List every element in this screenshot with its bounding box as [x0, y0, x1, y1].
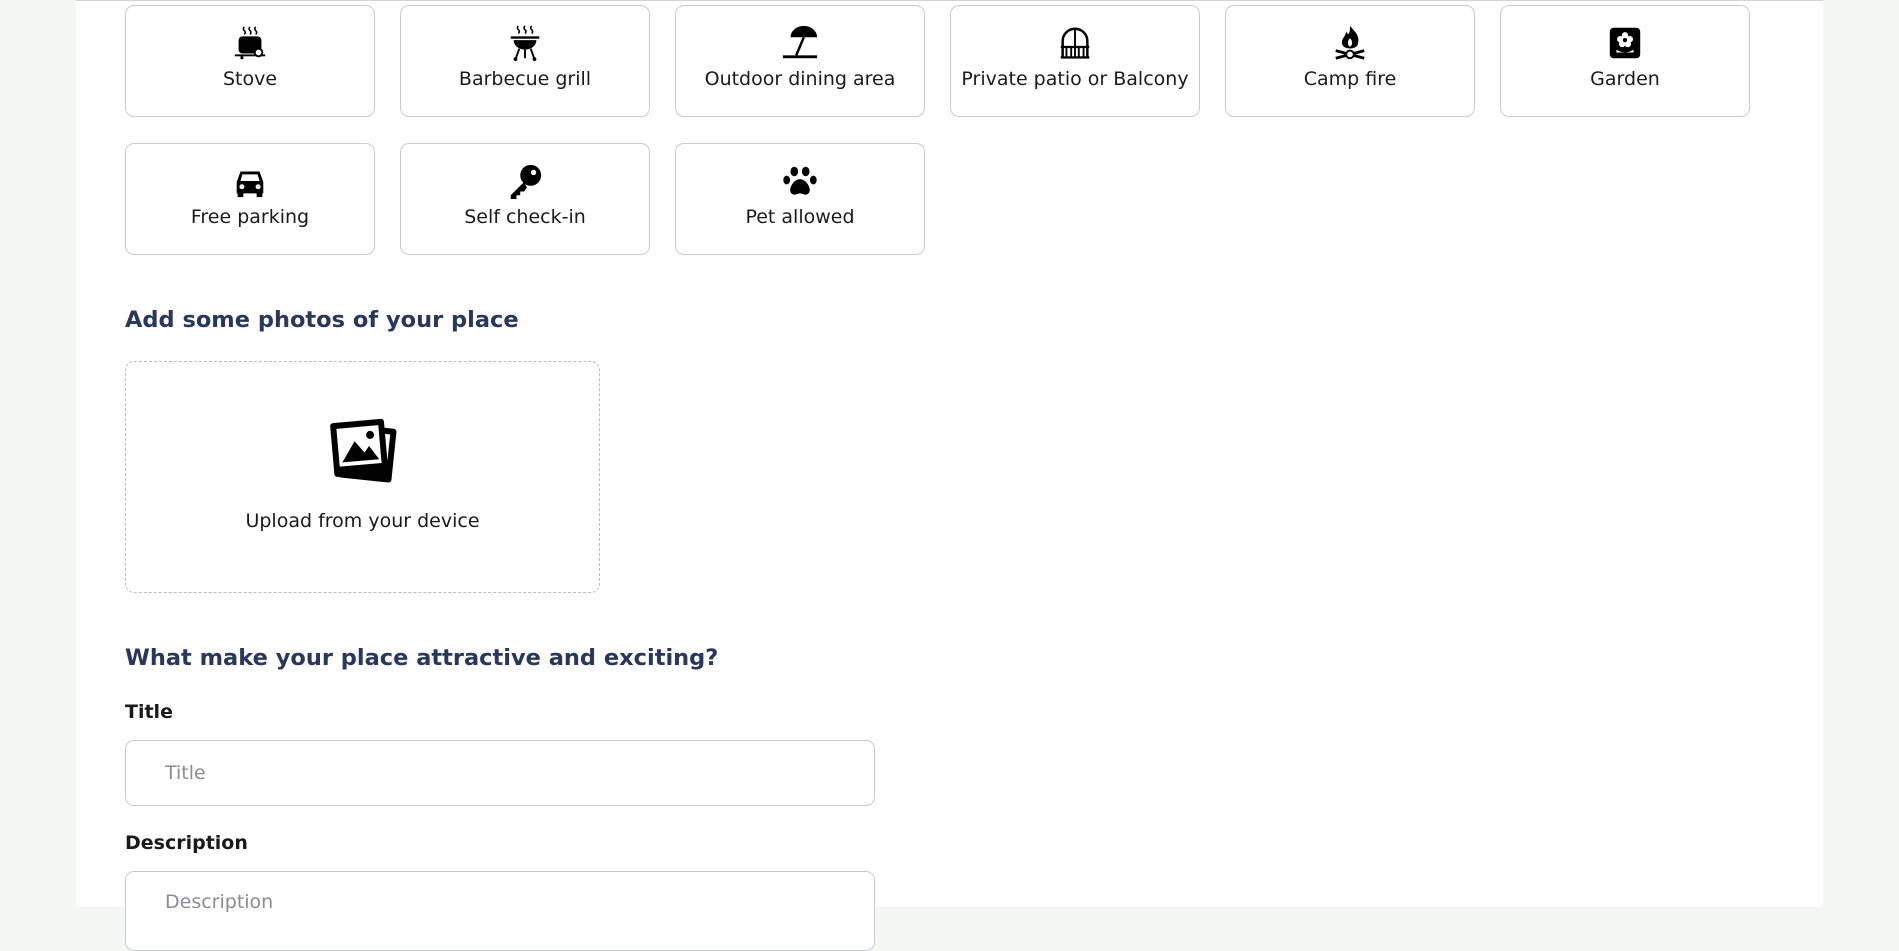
amenity-barbecue-grill[interactable]: Barbecue grill [400, 5, 650, 117]
campfire-icon [1331, 24, 1369, 62]
page-container: Stove Barbecue grill Outdoor dining area… [76, 0, 1823, 951]
amenity-label: Private patio or Balcony [961, 68, 1189, 90]
amenity-label: Stove [222, 68, 278, 90]
stove-icon [231, 24, 269, 62]
amenity-camp-fire[interactable]: Camp fire [1225, 5, 1475, 117]
balcony-icon [1056, 24, 1094, 62]
amenity-free-parking[interactable]: Free parking [125, 143, 375, 255]
amenity-outdoor-dining-area[interactable]: Outdoor dining area [675, 5, 925, 117]
title-input[interactable] [125, 740, 875, 806]
amenity-label: Garden [1590, 68, 1660, 90]
amenity-label: Outdoor dining area [704, 68, 896, 90]
amenity-label: Barbecue grill [458, 68, 592, 90]
description-textarea[interactable] [125, 871, 875, 951]
amenity-label: Pet allowed [745, 206, 855, 228]
amenity-label: Camp fire [1303, 68, 1397, 90]
amenity-stove[interactable]: Stove [125, 5, 375, 117]
photos-heading: Add some photos of your place [125, 307, 519, 333]
amenity-label: Free parking [190, 206, 310, 228]
car-icon [231, 162, 269, 200]
beach-umbrella-icon [781, 24, 819, 62]
amenity-private-patio[interactable]: Private patio or Balcony [950, 5, 1200, 117]
amenity-label: Self check-in [464, 206, 586, 228]
paw-icon [781, 162, 819, 200]
key-icon [506, 162, 544, 200]
amenity-garden[interactable]: Garden [1500, 5, 1750, 117]
barbecue-grill-icon [506, 24, 544, 62]
upload-dropzone[interactable]: Upload from your device [125, 361, 600, 593]
upload-label: Upload from your device [245, 510, 480, 532]
title-label: Title [125, 701, 173, 723]
garden-flower-icon [1606, 24, 1644, 62]
details-heading: What make your place attractive and exci… [125, 645, 719, 671]
amenity-self-check-in[interactable]: Self check-in [400, 143, 650, 255]
amenities-grid: Stove Barbecue grill Outdoor dining area… [125, 5, 1750, 255]
description-label: Description [125, 832, 248, 854]
photos-icon [328, 416, 398, 486]
amenity-pet-allowed[interactable]: Pet allowed [675, 143, 925, 255]
